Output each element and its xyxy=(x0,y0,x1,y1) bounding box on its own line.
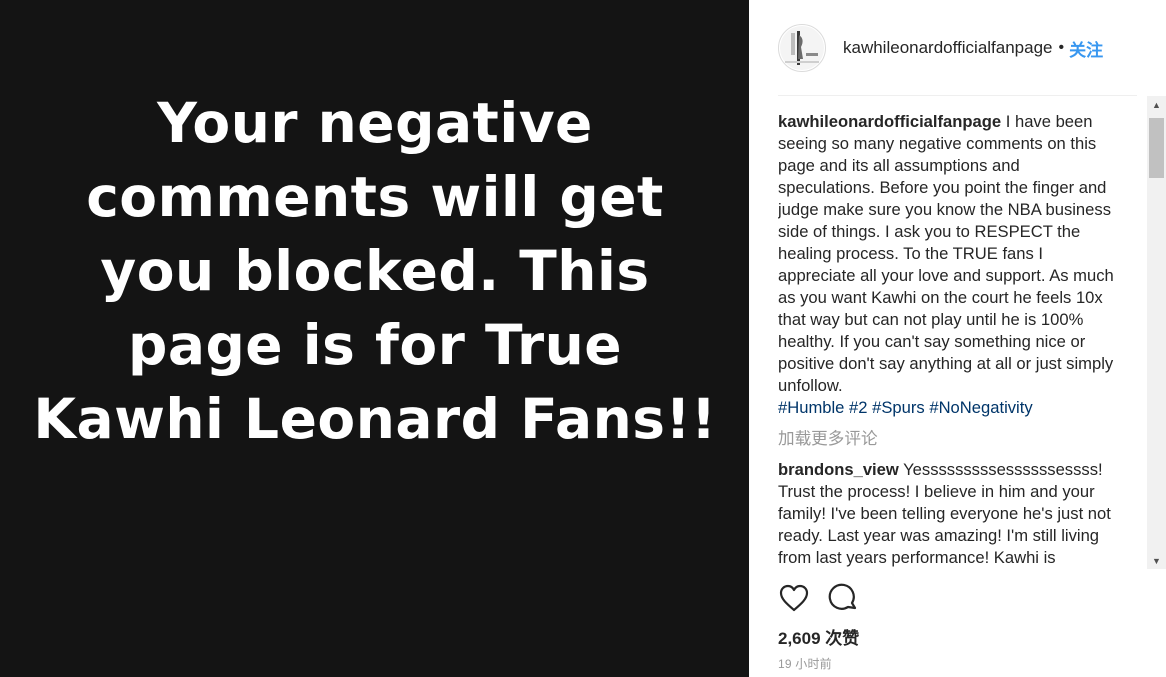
avatar-image-icon xyxy=(780,26,824,70)
post-actions xyxy=(778,582,859,614)
header-separator: • xyxy=(1058,39,1065,56)
hashtag-link[interactable]: #Humble xyxy=(778,398,844,417)
scroll-down-icon[interactable]: ▼ xyxy=(1147,552,1166,569)
comments-list[interactable]: kawhileonardofficialfanpage I have been … xyxy=(778,111,1118,569)
hashtag-link[interactable]: #Spurs xyxy=(872,398,925,417)
list-item: brandons_view Yesssssssssessssssessss! T… xyxy=(778,459,1118,569)
scrollbar-thumb[interactable] xyxy=(1149,118,1164,178)
comments-scrollbar[interactable]: ▲ ▼ xyxy=(1147,96,1166,569)
post-header: kawhileonardofficialfanpage • 关注 xyxy=(778,22,1138,74)
comment-username-link[interactable]: brandons_view xyxy=(778,460,899,479)
caption-username-link[interactable]: kawhileonardofficialfanpage xyxy=(778,112,1001,131)
caption-text: I have been seeing so many negative comm… xyxy=(778,112,1114,395)
post-timestamp[interactable]: 19 小时前 xyxy=(778,655,832,672)
follow-button[interactable]: 关注 xyxy=(1069,36,1103,61)
hashtag-link[interactable]: #NoNegativity xyxy=(929,398,1032,417)
hashtag-link[interactable]: #2 xyxy=(849,398,867,417)
likes-count[interactable]: 2,609 次赞 xyxy=(778,624,859,649)
post-media[interactable]: Your negative comments will get you bloc… xyxy=(0,0,749,677)
heart-icon[interactable] xyxy=(778,582,810,614)
load-more-comments-button[interactable]: 加载更多评论 xyxy=(778,428,1118,450)
header-username-link[interactable]: kawhileonardofficialfanpage xyxy=(843,38,1053,58)
header-divider xyxy=(778,95,1137,96)
caption: kawhileonardofficialfanpage I have been … xyxy=(778,111,1118,419)
post-sidebar: kawhileonardofficialfanpage • 关注 kawhile… xyxy=(749,0,1166,677)
comment-bubble-icon[interactable] xyxy=(827,582,859,614)
avatar[interactable] xyxy=(778,24,826,72)
media-overlay-text: Your negative comments will get you bloc… xyxy=(33,91,717,451)
scroll-up-icon[interactable]: ▲ xyxy=(1147,96,1166,113)
